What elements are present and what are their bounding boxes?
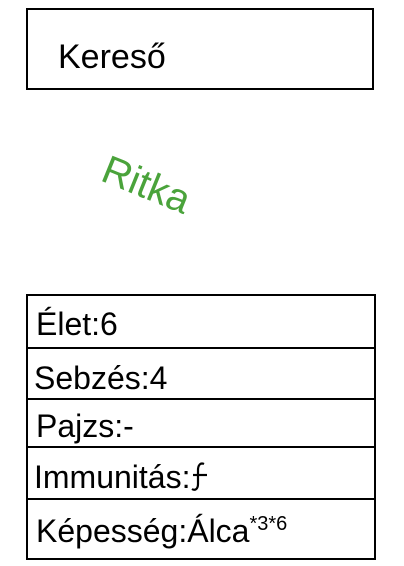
stat-row-immunity: Immunitás: [28, 448, 374, 500]
stat-row-life: Élet:6 [28, 296, 374, 349]
hook-f-glyph-icon [191, 462, 208, 491]
stat-damage: Sebzés:4 [34, 360, 168, 396]
stat-row-damage: Sebzés:4 [28, 349, 374, 400]
stat-life: Élet:6 [36, 306, 118, 342]
card-rarity: Ritka [95, 147, 197, 223]
card-name: Kereső [58, 38, 166, 76]
stat-immunity-label: Immunitás: [34, 459, 191, 495]
stat-row-shield: Pajzs:- [28, 400, 374, 448]
stat-row-ability: Képesség:Álca*3*6 [28, 500, 374, 560]
stat-ability-sup-1: *3 [249, 513, 269, 535]
card-name-box: Kereső [26, 8, 374, 90]
stat-ability-label: Képesség:Álca [36, 513, 250, 549]
stat-ability-sup-2: *6 [268, 513, 288, 535]
stats-box: Élet:6 Sebzés:4 Pajzs:- Immunitás: Képes… [26, 294, 376, 560]
stat-shield: Pajzs:- [36, 408, 134, 444]
